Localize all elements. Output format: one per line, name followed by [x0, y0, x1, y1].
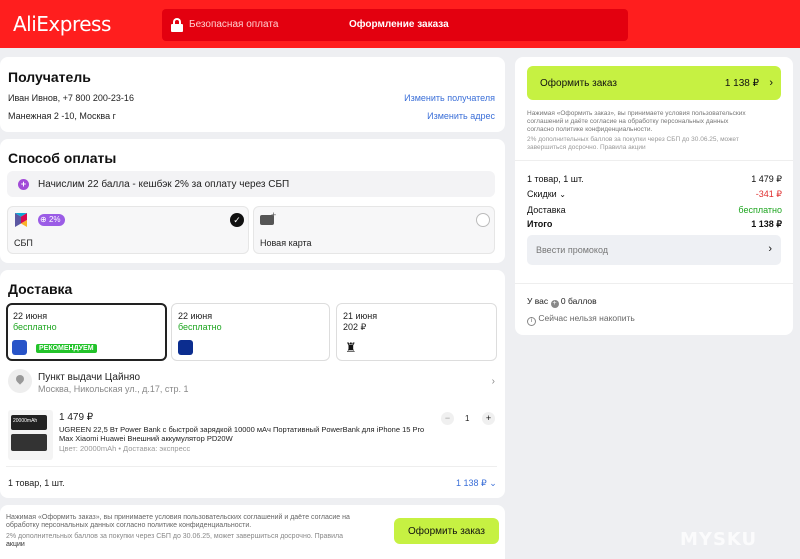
info-icon: i: [527, 317, 536, 326]
recipient-person: Иван Ивнов, +7 800 200-23-16: [8, 93, 134, 103]
selected-check-icon: ✓: [230, 213, 244, 227]
delivery-title: Доставка: [8, 281, 73, 297]
promo-code-field[interactable]: Ввести промокод ›: [527, 235, 781, 265]
delivery-option-3[interactable]: 21 июня 202 ₽ ♜: [336, 303, 497, 361]
recipient-card: Получатель Иван Ивнов, +7 800 200-23-16 …: [0, 57, 505, 132]
chevron-down-icon: ⌄: [489, 478, 497, 488]
change-address-link[interactable]: Изменить адрес: [427, 111, 495, 121]
summary-value: 1 138 ₽: [751, 219, 782, 229]
summary-label: Скидки: [527, 189, 557, 199]
product-image-text: 20000mAh: [13, 418, 38, 424]
pickup-point-row[interactable]: Пункт выдачи Цайняо Москва, Никольская у…: [6, 369, 497, 399]
new-card-label: Новая карта: [260, 238, 312, 248]
recommended-badge: РЕКОМЕНДУЕМ: [36, 344, 97, 353]
points-note: i Сейчас нельзя накопить: [527, 313, 635, 326]
bottom-terms-line3: 2% дополнительных баллов за покупки чере…: [6, 533, 344, 540]
chevron-right-icon: ›: [491, 376, 495, 387]
pickup-title: Пункт выдачи Цайняо: [38, 372, 141, 383]
top-header: AliExpress Безопасная оплата Оформление …: [0, 0, 800, 48]
sbp-label: СБП: [14, 238, 33, 248]
summary-row-total: Итого 1 138 ₽: [527, 219, 782, 229]
location-pin-icon: [8, 369, 32, 393]
change-recipient-link[interactable]: Изменить получателя: [404, 93, 495, 103]
cart-count: 1 товар, 1 шт.: [8, 478, 65, 488]
summary-value: 1 479 ₽: [751, 174, 782, 184]
product-name-line2[interactable]: Max Xiaomi Huawei Внешний аккумулятор PD…: [59, 434, 233, 443]
page-title: Оформление заказа: [349, 19, 449, 30]
lock-icon: [171, 18, 183, 32]
bottom-checkout-label: Оформить заказ: [408, 526, 485, 537]
delivery-price: бесплатно: [178, 322, 222, 332]
sidebar-terms-line2: соглашений и даёте согласие на обработку…: [527, 118, 729, 125]
bottom-terms-line2: обработку персональных данных согласно п…: [6, 522, 252, 529]
sbp-cashback-text: Начислим 22 балла - кешбэк 2% за оплату …: [38, 179, 290, 190]
courier-icon: ♜: [345, 340, 357, 355]
chevron-down-icon: ⌄: [559, 190, 566, 199]
watermark: MYSKU: [680, 529, 758, 550]
summary-row-items: 1 товар, 1 шт. 1 479 ₽: [527, 174, 782, 184]
delivery-date: 22 июня: [13, 311, 48, 321]
sidebar-terms-line1: Нажимая «Оформить заказ», вы принимаете …: [527, 110, 746, 117]
summary-label: Доставка: [527, 205, 566, 215]
bottom-terms-line1: Нажимая «Оформить заказ», вы принимаете …: [6, 514, 350, 521]
product-name-line1[interactable]: UGREEN 22,5 Вт Power Bank с быстрой заря…: [59, 425, 424, 434]
summary-row-discounts[interactable]: Скидки ⌄ -341 ₽: [527, 189, 782, 199]
divider: [515, 160, 793, 161]
divider: [6, 466, 497, 467]
sbp-bonus-badge: ⊕ 2%: [38, 214, 65, 226]
payment-title: Способ оплаты: [8, 150, 117, 166]
summary-value: -341 ₽: [755, 189, 782, 199]
promo-code-placeholder: Ввести промокод: [536, 245, 609, 255]
delivery-date: 22 июня: [178, 311, 213, 321]
points-balance: У вас + 0 баллов: [527, 296, 597, 308]
product-meta: Цвет: 20000mAh • Доставка: экспресс: [59, 444, 191, 453]
delivery-option-1[interactable]: 22 июня бесплатно РЕКОМЕНДУЕМ: [6, 303, 167, 361]
payment-option-new-card[interactable]: + Новая карта: [253, 206, 495, 254]
quantity-minus-button[interactable]: −: [441, 412, 454, 425]
sidebar-sbp-line2: завершиться досрочно. Правила акции: [527, 144, 646, 151]
secure-payment-label: Безопасная оплата: [189, 19, 279, 30]
points-coin-icon: +: [550, 300, 559, 308]
summary-row-delivery: Доставка бесплатно: [527, 205, 782, 215]
payment-option-sbp[interactable]: ⊕ 2% СБП ✓: [7, 206, 249, 254]
delivery-option-2[interactable]: 22 июня бесплатно: [171, 303, 330, 361]
recipient-address: Манежная 2 -10, Москва г: [8, 111, 116, 121]
cart-total-toggle[interactable]: 1 138 ₽ ⌄: [456, 478, 497, 489]
secure-payment-bar: Безопасная оплата Оформление заказа: [162, 9, 628, 41]
summary-value: бесплатно: [738, 205, 782, 215]
product-row: 20000mAh 1 479 ₽ UGREEN 22,5 Вт Power Ba…: [6, 406, 497, 462]
summary-label: Итого: [527, 219, 553, 229]
checkout-button-label: Оформить заказ: [540, 78, 617, 89]
aliexpress-logo[interactable]: AliExpress: [13, 12, 111, 36]
divider: [515, 283, 793, 284]
russian-post-logo-icon: [178, 340, 193, 355]
delivery-date: 21 июня: [343, 311, 378, 321]
chevron-right-icon: ›: [769, 77, 773, 89]
product-image[interactable]: 20000mAh: [8, 410, 53, 460]
quantity-value[interactable]: 1: [465, 414, 469, 423]
quantity-plus-button[interactable]: +: [482, 412, 495, 425]
summary-label: 1 товар, 1 шт.: [527, 174, 584, 184]
bottom-checkout-button[interactable]: Оформить заказ: [394, 518, 499, 544]
checkout-button[interactable]: Оформить заказ 1 138 ₽ ›: [527, 66, 781, 100]
plus-circle-icon: +: [18, 179, 29, 190]
plus-icon: +: [271, 210, 277, 220]
cainiao-logo-icon: [12, 340, 27, 355]
sbp-cashback-banner: + Начислим 22 балла - кешбэк 2% за оплат…: [7, 171, 495, 197]
sbp-logo-icon: [15, 213, 27, 227]
pickup-address: Москва, Никольская ул., д.17, стр. 1: [38, 384, 189, 394]
recipient-title: Получатель: [8, 69, 91, 85]
checkout-button-price: 1 138 ₽: [724, 78, 759, 89]
delivery-price: бесплатно: [13, 322, 57, 332]
card-radio[interactable]: [476, 213, 490, 227]
sidebar-sbp-line1: 2% дополнительных баллов за покупки чере…: [527, 136, 739, 143]
chevron-right-icon: ›: [768, 243, 772, 255]
delivery-price: 202 ₽: [343, 322, 367, 332]
product-price: 1 479 ₽: [59, 412, 94, 423]
bottom-terms-line4: акции: [6, 541, 25, 548]
sidebar-terms-line3: согласно политике конфиденциальности.: [527, 126, 653, 133]
